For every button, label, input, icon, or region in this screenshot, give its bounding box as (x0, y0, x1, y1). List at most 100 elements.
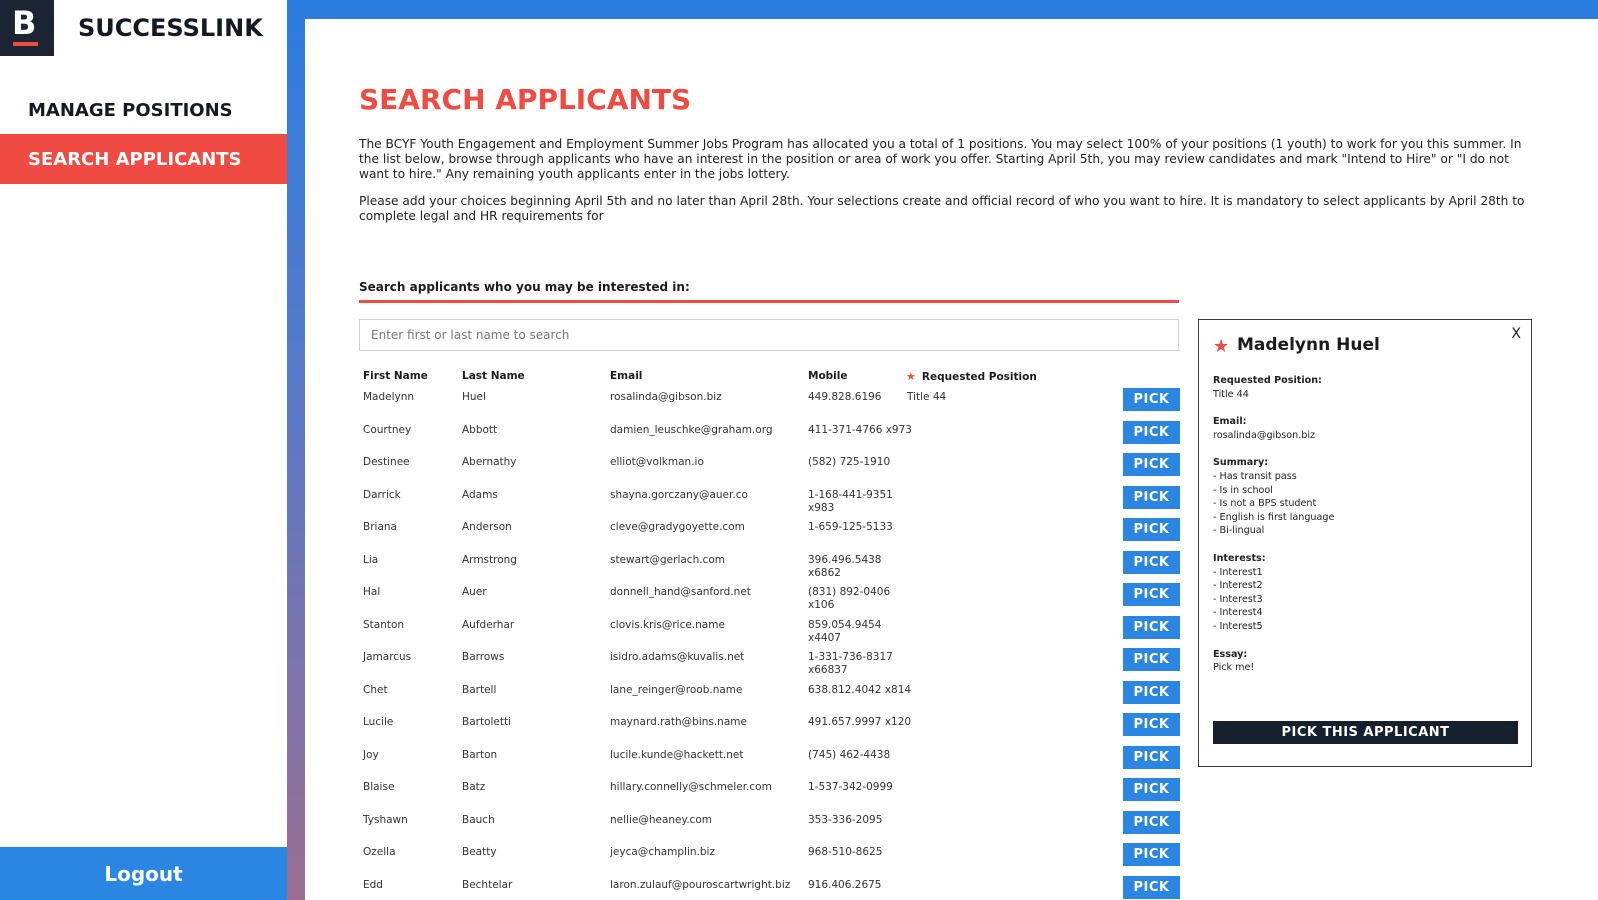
pick-button[interactable]: PICK (1123, 388, 1180, 411)
pick-button[interactable]: PICK (1123, 453, 1180, 476)
brand-logo-letter: B (12, 4, 37, 42)
cell-first-name: Briana (363, 521, 397, 533)
pick-button[interactable]: PICK (1123, 713, 1180, 736)
table-row[interactable]: Darrick Adams shayna.gorczany@auer.co 1-168… (359, 485, 1180, 522)
logout-button[interactable]: Logout (0, 847, 287, 900)
cell-mobile-extension: x6862 (808, 566, 841, 579)
brand-logo[interactable]: B (0, 0, 54, 56)
cell-mobile-line: 1-331-736-8317 (808, 651, 893, 663)
cell-mobile-line: 396.496.5438 (808, 553, 882, 566)
cell-last-name: Huel (462, 391, 486, 403)
pick-button[interactable]: PICK (1123, 680, 1180, 704)
table-row[interactable]: Stanton Aufderhar clovis.kris@rice.name 859… (359, 615, 1180, 652)
table-row[interactable]: Hal Auer donnell_hand@sanford.net (831) 892… (359, 583, 1180, 619)
cell-mobile-line: 491.657.9997 x120 (808, 716, 912, 728)
interest-item: - Interest5 (1213, 620, 1263, 632)
table-row[interactable]: Ozella Beatty jeyca@champlin.biz 968-510-86… (359, 843, 1180, 879)
pick-button[interactable]: PICK (1123, 875, 1180, 899)
email-value: rosalinda@gibson.biz (1213, 429, 1316, 441)
column-header-requested-position-label: Requested Position (921, 371, 1037, 383)
pick-button[interactable]: PICK (1123, 485, 1180, 509)
essay-label: Essay: (1213, 648, 1248, 660)
pick-button[interactable]: PICK (1123, 583, 1180, 606)
cell-mobile: 1-659-125-5133 (808, 521, 893, 534)
cell-first-name: Madelynn (363, 391, 415, 403)
table-row[interactable]: Edd Bechtelar laron.zulauf@pouroscartwrigh… (359, 875, 1180, 900)
star-icon[interactable]: ★ (1213, 336, 1229, 357)
cell-email: maynard.rath@bins.name (610, 716, 747, 728)
cell-first-name: Hal (363, 586, 381, 598)
search-label: Search applicants who you may be interes… (359, 280, 690, 294)
table-row[interactable]: Briana Anderson cleve@gradygoyette.com 1-65… (359, 518, 1180, 554)
pick-button[interactable]: PICK (1123, 778, 1180, 801)
cell-email: clovis.kris@rice.name (610, 618, 725, 631)
cell-first-name: Lucile (363, 716, 394, 728)
summary-item: - Has transit pass (1213, 470, 1297, 482)
intro-text: The BCYF Youth Engagement and Employment… (359, 137, 1529, 236)
table-row[interactable]: Destinee Abernathy elliot@volkman.io (582) … (359, 453, 1180, 489)
column-header-last-name[interactable]: Last Name (462, 370, 525, 382)
summary-item: - English is first language (1213, 511, 1335, 523)
nav-item-manage-positions[interactable]: MANAGE POSITIONS (0, 85, 287, 135)
pick-button[interactable]: PICK (1123, 745, 1180, 769)
cell-mobile-extension: x983 (808, 501, 835, 514)
pick-button[interactable]: PICK (1123, 420, 1180, 444)
table-row[interactable]: Lia Armstrong stewart@gerlach.com 396.496.5… (359, 550, 1180, 587)
table-row[interactable]: Courtney Abbott damien_leuschke@graham.org… (359, 420, 1180, 457)
cell-email: lane_reinger@roob.name (610, 683, 743, 696)
interest-item: - Interest1 (1213, 566, 1263, 578)
intro-paragraph-2: Please add your choices beginning April … (359, 194, 1525, 223)
table-row[interactable]: Chet Bartell lane_reinger@roob.name 638.812… (359, 680, 1180, 717)
cell-last-name: Armstrong (462, 553, 517, 566)
cell-last-name: Anderson (462, 521, 512, 533)
summary-label: Summary: (1213, 457, 1269, 469)
pick-button[interactable]: PICK (1123, 843, 1180, 866)
column-header-requested-position[interactable]: ★ Requested Position (906, 370, 1037, 383)
nav-item-search-applicants[interactable]: SEARCH APPLICANTS (0, 134, 287, 184)
cell-mobile-line: 1-168-441-9351 (808, 488, 893, 501)
table-row[interactable]: Joy Barton lucile.kunde@hackett.net (745) 4… (359, 745, 1180, 782)
close-icon[interactable]: X (1511, 326, 1521, 342)
cell-email: laron.zulauf@pouroscartwright.biz (610, 878, 791, 891)
pick-button[interactable]: PICK (1123, 648, 1180, 671)
cell-mobile-line: 411-371-4766 x973 (808, 423, 912, 436)
intro-paragraph-1: The BCYF Youth Engagement and Employment… (359, 137, 1522, 181)
cell-last-name: Beatty (462, 846, 497, 858)
column-header-email[interactable]: Email (610, 370, 642, 382)
cell-mobile: (582) 725-1910 (808, 456, 890, 469)
table-row[interactable]: Blaise Batz hillary.connelly@schmeler.com 1… (359, 778, 1180, 814)
table-row[interactable]: Lucile Bartoletti maynard.rath@bins.name 49… (359, 713, 1180, 749)
cell-email: donnell_hand@sanford.net (610, 586, 751, 598)
pick-button[interactable]: PICK (1123, 518, 1180, 541)
cell-last-name: Batz (462, 781, 486, 793)
cell-last-name: Abbott (462, 423, 498, 436)
star-icon: ★ (906, 370, 916, 383)
cell-email: hillary.connelly@schmeler.com (610, 781, 772, 793)
pick-button[interactable]: PICK (1123, 550, 1180, 574)
cell-last-name: Bartell (462, 683, 497, 696)
search-input[interactable] (359, 319, 1179, 351)
column-header-first-name[interactable]: First Name (363, 370, 428, 382)
requested-position-value: Title 44 (1213, 388, 1249, 400)
cell-mobile-line: (831) 892-0406 (808, 586, 891, 598)
cell-email: damien_leuschke@graham.org (610, 423, 773, 436)
applicant-details: Requested Position: Title 44 Email: rosa… (1213, 374, 1513, 675)
pick-this-applicant-button[interactable]: PICK THIS APPLICANT (1213, 721, 1518, 744)
cell-last-name: Barton (462, 748, 498, 761)
cell-last-name: Barrows (462, 651, 505, 663)
column-header-mobile[interactable]: Mobile (808, 370, 848, 382)
cell-first-name: Edd (363, 878, 383, 891)
table-row[interactable]: Madelynn Huel rosalinda@gibson.biz 449.828.… (359, 388, 1180, 424)
cell-mobile-extension: x106 (808, 599, 835, 611)
cell-mobile-line: 1-537-342-0999 (808, 781, 893, 793)
cell-mobile-extension: x66837 (808, 664, 848, 676)
cell-mobile: 1-537-342-0999 (808, 781, 893, 794)
pick-button[interactable]: PICK (1123, 615, 1180, 639)
essay-value: Pick me! (1213, 662, 1255, 674)
table-row[interactable]: Tyshawn Bauch nellie@heaney.com 353-336-209… (359, 810, 1180, 847)
cell-first-name: Ozella (363, 846, 396, 858)
table-row[interactable]: Jamarcus Barrows isidro.adams@kuvalis.net 1… (359, 648, 1180, 684)
cell-last-name: Bauch (462, 813, 495, 826)
pick-button[interactable]: PICK (1123, 810, 1180, 834)
summary-item: - Bi-lingual (1213, 525, 1265, 537)
